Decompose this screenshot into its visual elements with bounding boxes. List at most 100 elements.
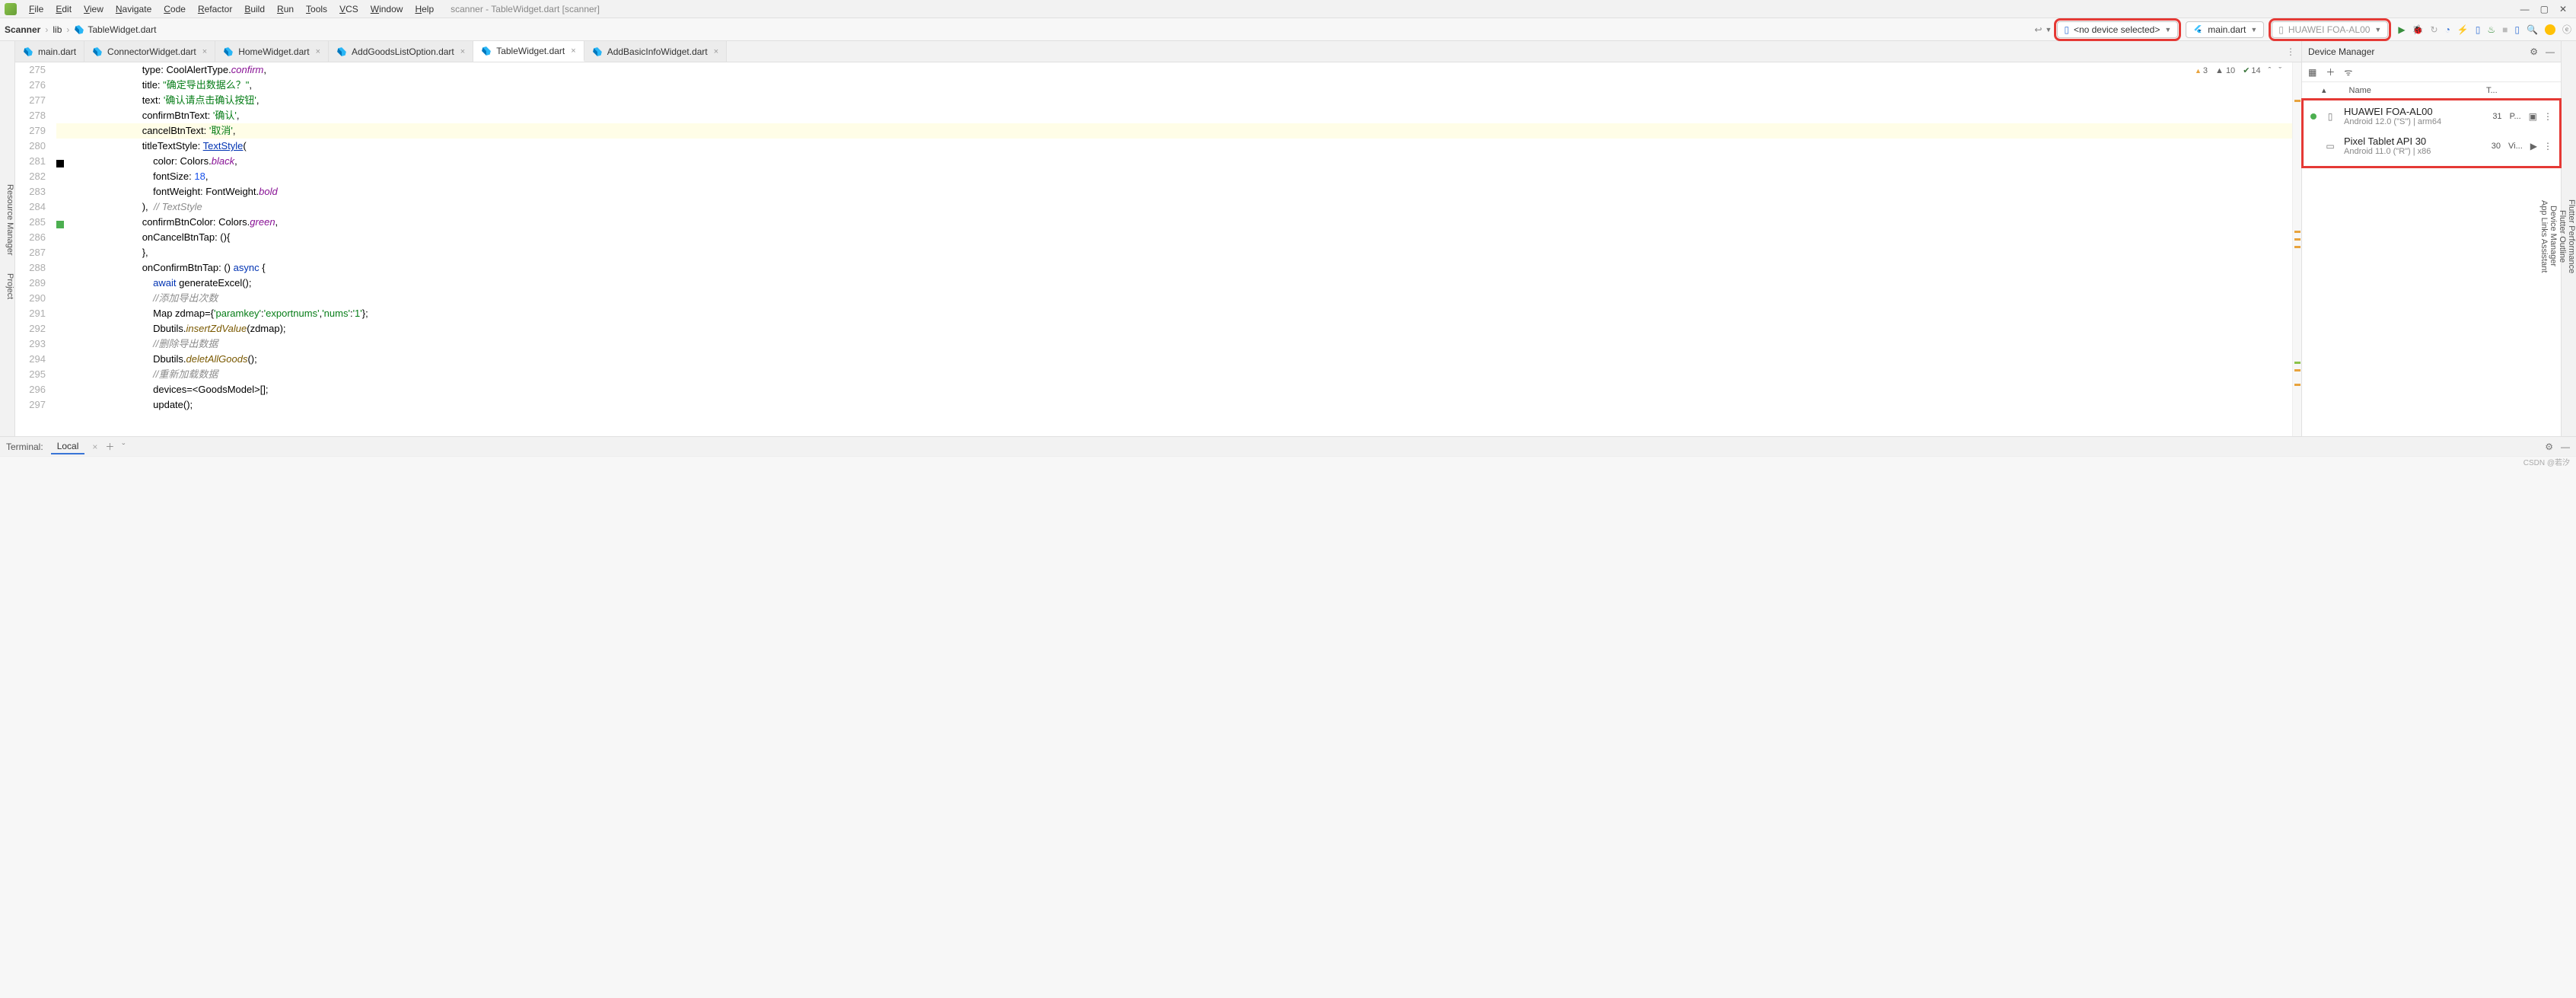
code-line[interactable]: 278 confirmBtnText: '确认',: [15, 108, 2301, 123]
editor-tab[interactable]: ConnectorWidget.dart×: [84, 41, 215, 62]
device-row[interactable]: ▯HUAWEI FOA-AL00Android 12.0 ("S") | arm…: [2304, 101, 2558, 131]
code-line[interactable]: 277 text: '确认请点击确认按钮',: [15, 93, 2301, 108]
terminal-tab-close-icon[interactable]: ×: [92, 442, 97, 452]
code-line[interactable]: 294 Dbutils.deletAllGoods();: [15, 352, 2301, 367]
code-line[interactable]: 282 fontSize: 18,: [15, 169, 2301, 184]
inspection-summary[interactable]: 3 ▲ 10 14 ˆ ˇ: [2195, 65, 2281, 75]
code-line[interactable]: 276 title: "确定导出数据么？",: [15, 78, 2301, 93]
overflow-icon[interactable]: ⓔ: [2562, 23, 2571, 36]
attach-icon[interactable]: ▯: [2476, 24, 2481, 35]
code-line[interactable]: 275 type: CoolAlertType.confirm,: [15, 62, 2301, 78]
right-tool-strip[interactable]: Flutter PerformanceFlutter OutlineDevice…: [2561, 41, 2576, 436]
inspection-down-icon[interactable]: ˇ: [2278, 66, 2281, 75]
terminal-label[interactable]: Terminal:: [6, 442, 43, 452]
code-line[interactable]: 280 titleTextStyle: TextStyle(: [15, 139, 2301, 154]
menu-help[interactable]: Help: [409, 2, 440, 16]
chevron-down-icon[interactable]: ▼: [2045, 26, 2052, 33]
breadcrumb-root[interactable]: Scanner: [5, 24, 40, 35]
terminal-add-icon[interactable]: ＋: [105, 440, 114, 453]
run-config-dropdown[interactable]: main.dart ▼: [2186, 21, 2264, 38]
tab-close-icon[interactable]: ×: [571, 46, 575, 56]
code-line[interactable]: 279 cancelBtnText: '取消',: [15, 123, 2301, 139]
editor-tab[interactable]: AddBasicInfoWidget.dart×: [584, 41, 728, 62]
stop-icon[interactable]: ■: [2502, 24, 2508, 35]
column-type[interactable]: T...: [2486, 86, 2509, 95]
gear-icon[interactable]: ⚙: [2530, 46, 2538, 57]
run-icon[interactable]: ▶: [2398, 24, 2405, 35]
menu-vcs[interactable]: VCS: [333, 2, 365, 16]
code-line[interactable]: 293 //删除导出数据: [15, 336, 2301, 352]
weak-warnings-count[interactable]: ▲ 10: [2215, 66, 2235, 75]
debug-icon[interactable]: 🐞: [2412, 24, 2424, 35]
flash-icon[interactable]: ⚡: [2457, 24, 2469, 35]
menu-build[interactable]: Build: [238, 2, 271, 16]
device-more-icon[interactable]: ⋮: [2543, 141, 2552, 151]
editor-tab[interactable]: AddGoodsListOption.dart×: [329, 41, 473, 62]
close-icon[interactable]: ✕: [2559, 4, 2567, 14]
device-launch-icon[interactable]: ▣: [2529, 111, 2537, 122]
terminal-hide-icon[interactable]: ―: [2561, 442, 2570, 452]
tabs-overflow-icon[interactable]: ⋮: [2280, 46, 2301, 57]
right-tool-tab[interactable]: Flutter Performance: [2567, 47, 2576, 426]
warnings-count[interactable]: 3: [2195, 66, 2208, 75]
error-stripe[interactable]: [2292, 62, 2301, 436]
code-line[interactable]: 283 fontWeight: FontWeight.bold: [15, 184, 2301, 199]
code-line[interactable]: 291 Map zdmap={'paramkey':'exportnums','…: [15, 306, 2301, 321]
device-row[interactable]: ▭Pixel Tablet API 30Android 11.0 ("R") |…: [2304, 131, 2558, 161]
left-tool-strip[interactable]: Resource Manager Project: [0, 41, 15, 436]
code-line[interactable]: 287 },: [15, 245, 2301, 260]
editor-tab[interactable]: main.dart: [15, 41, 84, 62]
tab-close-icon[interactable]: ×: [316, 47, 320, 56]
typos-count[interactable]: 14: [2243, 65, 2260, 75]
code-line[interactable]: 295 //重新加载数据: [15, 367, 2301, 382]
code-line[interactable]: 286 onCancelBtnTap: (){: [15, 230, 2301, 245]
code-line[interactable]: 292 Dbutils.insertZdValue(zdmap);: [15, 321, 2301, 336]
menu-file[interactable]: File: [23, 2, 49, 16]
code-line[interactable]: 288 onConfirmBtnTap: () async {: [15, 260, 2301, 276]
tab-close-icon[interactable]: ×: [714, 47, 718, 56]
breadcrumb-file[interactable]: TableWidget.dart: [88, 24, 156, 35]
editor-tab[interactable]: HomeWidget.dart×: [215, 41, 329, 62]
target-device-dropdown[interactable]: ▯ HUAWEI FOA-AL00 ▼: [2272, 21, 2388, 38]
devices-icon[interactable]: ▯: [2514, 24, 2520, 35]
device-launch-icon[interactable]: ▶: [2530, 141, 2537, 151]
terminal-tab-local[interactable]: Local: [51, 439, 85, 454]
minimize-icon[interactable]: ―: [2520, 4, 2530, 14]
avatar-icon[interactable]: [2545, 24, 2555, 35]
resource-manager-tab[interactable]: Resource Manager: [5, 184, 14, 256]
menu-navigate[interactable]: Navigate: [110, 2, 158, 16]
breadcrumb-folder[interactable]: lib: [53, 24, 62, 35]
inspection-up-icon[interactable]: ˆ: [2269, 66, 2272, 75]
maximize-icon[interactable]: ▢: [2540, 4, 2549, 14]
code-line[interactable]: 290 //添加导出次数: [15, 291, 2301, 306]
search-icon[interactable]: 🔍: [2527, 24, 2538, 35]
device-more-icon[interactable]: ⋮: [2543, 111, 2552, 122]
hot-reload-icon[interactable]: ♨: [2487, 24, 2495, 35]
tab-close-icon[interactable]: ×: [460, 47, 465, 56]
menu-run[interactable]: Run: [271, 2, 300, 16]
grid-icon[interactable]: ▦: [2308, 67, 2316, 78]
add-device-icon[interactable]: ＋: [2326, 65, 2335, 78]
wifi-icon[interactable]: ᯤ: [2344, 65, 2352, 78]
editor-tab[interactable]: TableWidget.dart×: [473, 41, 584, 62]
menu-code[interactable]: Code: [158, 2, 192, 16]
sync-icon[interactable]: ↩: [2034, 24, 2042, 35]
menu-edit[interactable]: Edit: [49, 2, 78, 16]
menu-refactor[interactable]: Refactor: [192, 2, 238, 16]
profiler-icon[interactable]: ◔: [2445, 24, 2450, 35]
sort-arrow-icon[interactable]: ▴: [2308, 85, 2326, 95]
code-line[interactable]: 289 await generateExcel();: [15, 276, 2301, 291]
tab-close-icon[interactable]: ×: [202, 47, 207, 56]
code-line[interactable]: 285 confirmBtnColor: Colors.green,: [15, 215, 2301, 230]
project-tab[interactable]: Project: [5, 273, 14, 299]
menu-view[interactable]: View: [78, 2, 110, 16]
terminal-gear-icon[interactable]: ⚙: [2545, 442, 2553, 452]
code-editor[interactable]: 3 ▲ 10 14 ˆ ˇ 275 type: CoolAlertType.co…: [15, 62, 2301, 436]
code-line[interactable]: 296 devices=<GoodsModel>[];: [15, 382, 2301, 397]
terminal-dropdown-icon[interactable]: ˇ: [122, 442, 125, 452]
device-selector-dropdown[interactable]: ▯ <no device selected> ▼: [2057, 21, 2178, 38]
code-line[interactable]: 297 update();: [15, 397, 2301, 413]
menu-tools[interactable]: Tools: [300, 2, 333, 16]
code-line[interactable]: 284 ), // TextStyle: [15, 199, 2301, 215]
coverage-icon[interactable]: ↻: [2431, 24, 2438, 35]
